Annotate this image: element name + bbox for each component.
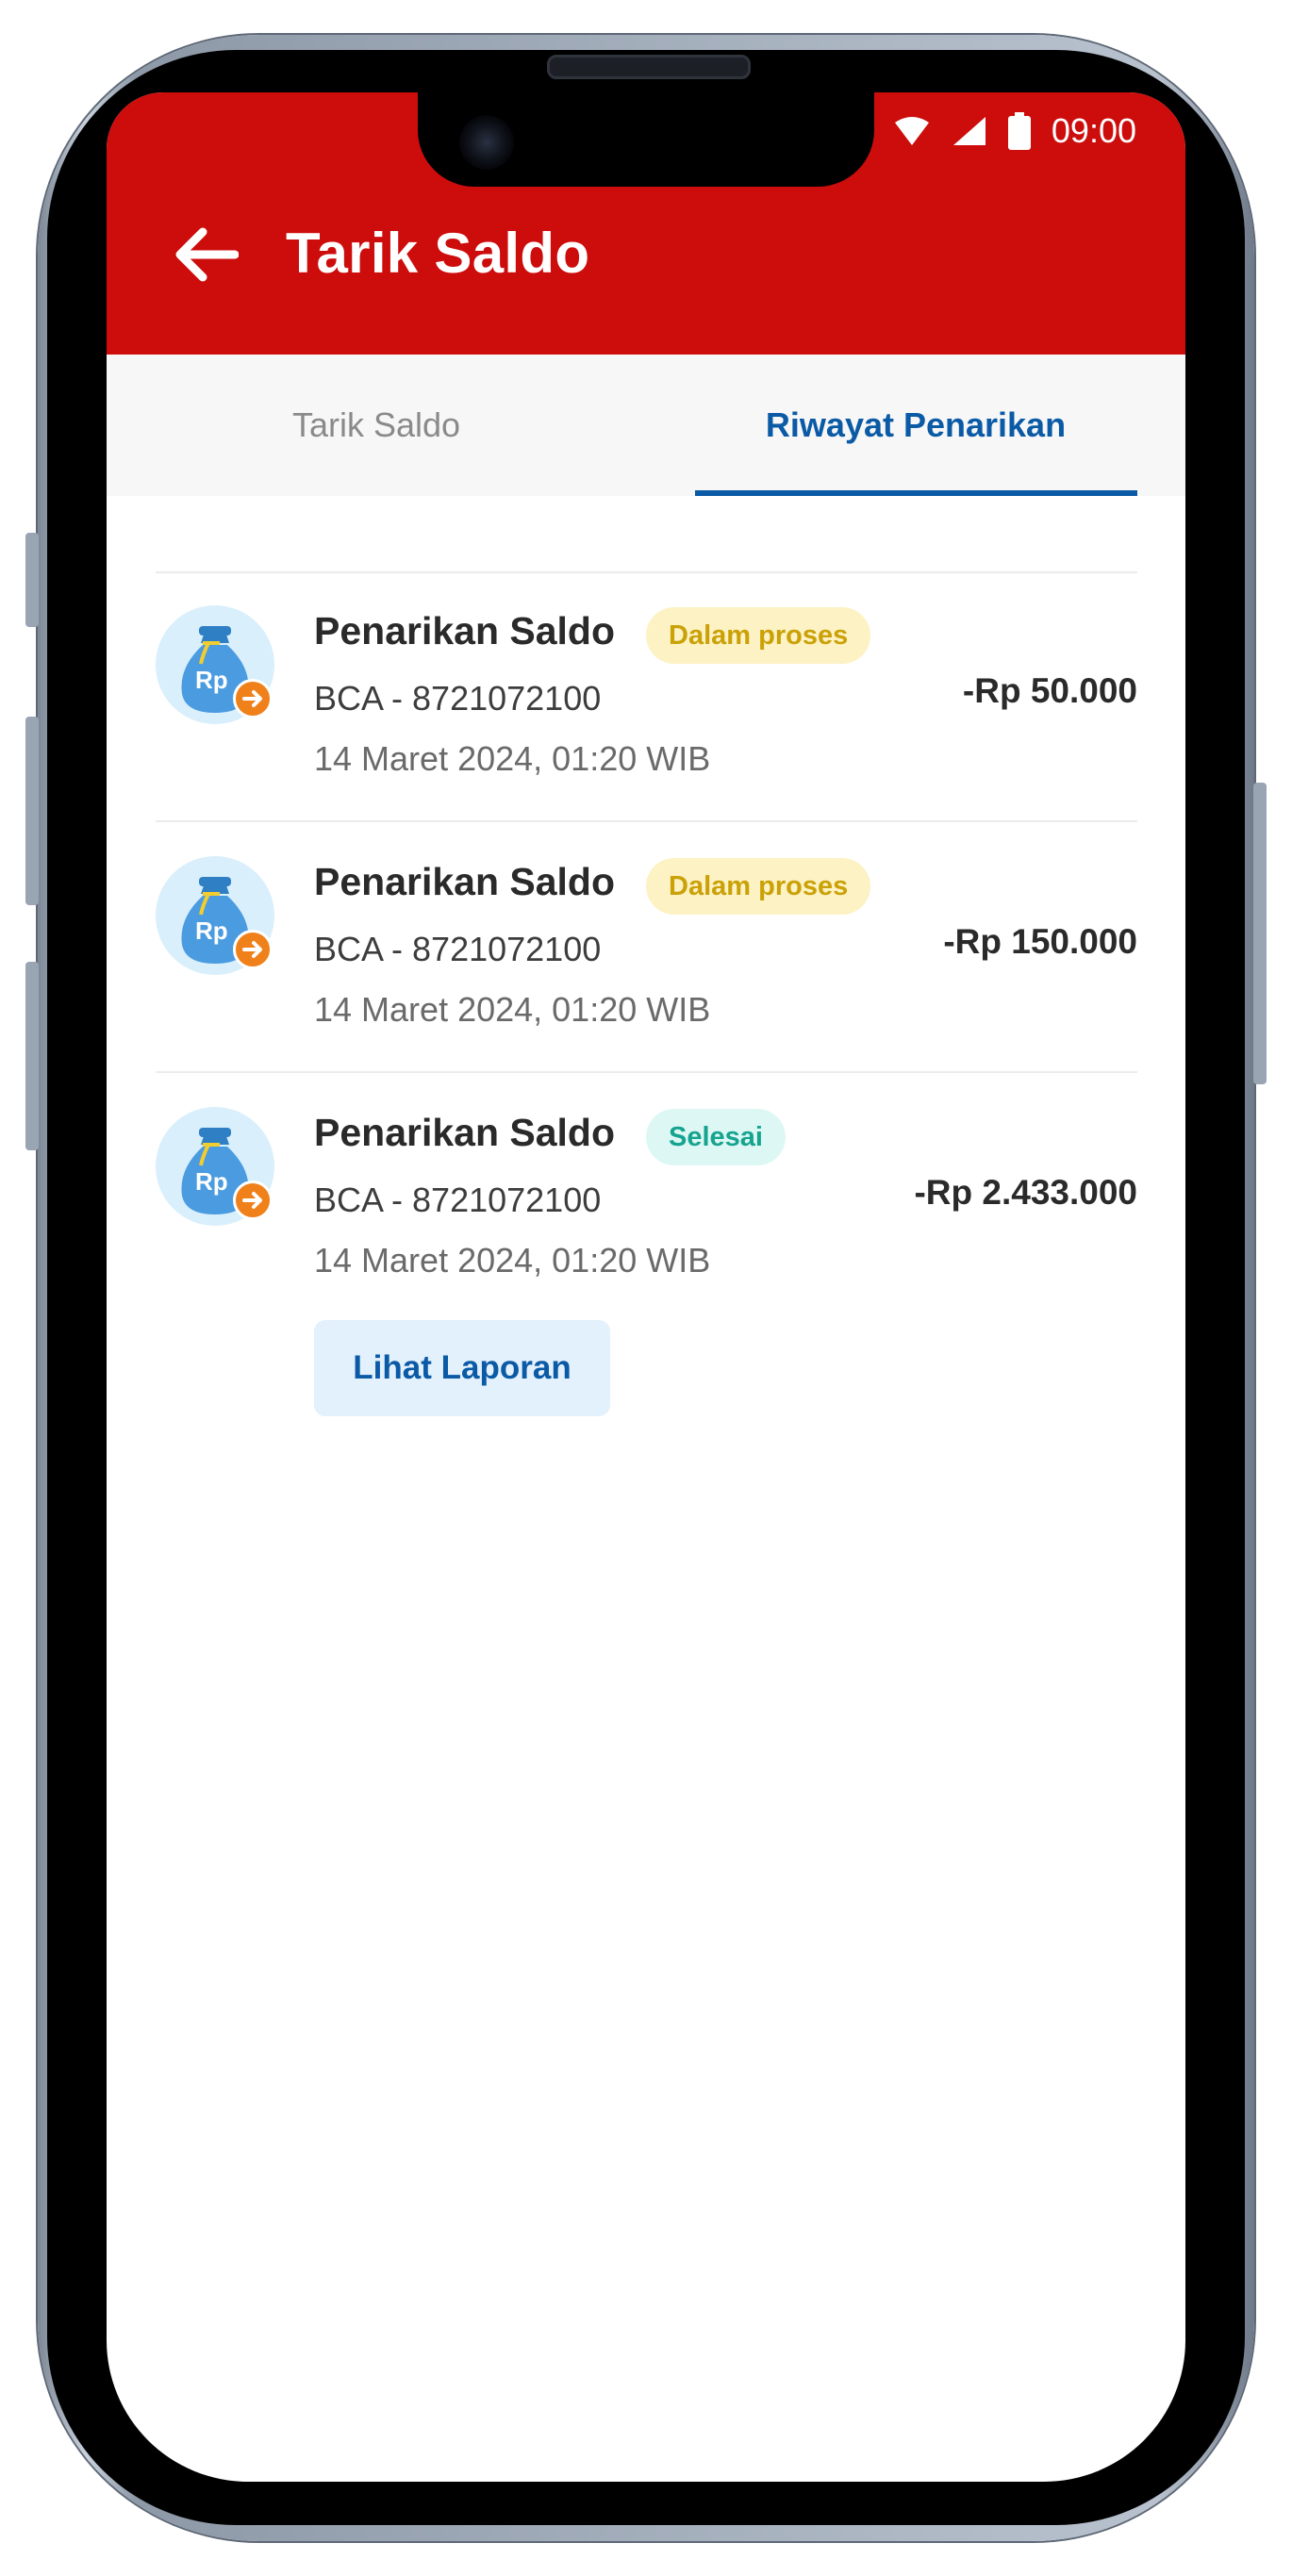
status-badge: Dalam proses	[646, 607, 871, 664]
transaction-date: 14 Maret 2024, 01:20 WIB	[314, 990, 711, 1029]
battery-icon	[1007, 112, 1031, 150]
speaker-grille	[547, 55, 751, 79]
power-button	[1253, 783, 1267, 1084]
tab-bar: Tarik Saldo Riwayat Penarikan	[107, 355, 1185, 496]
active-tab-indicator	[695, 490, 1137, 496]
transaction-date: 14 Maret 2024, 01:20 WIB	[314, 739, 711, 778]
transaction-title: Penarikan Saldo	[314, 609, 616, 652]
tab-tarik-saldo[interactable]: Tarik Saldo	[107, 355, 646, 496]
volume-up-button	[25, 717, 39, 905]
transaction-amount: -Rp 50.000	[962, 671, 1137, 710]
transaction-date: 14 Maret 2024, 01:20 WIB	[314, 1241, 711, 1280]
status-badge: Dalam proses	[646, 858, 871, 915]
outgoing-arrow-icon	[233, 679, 273, 718]
svg-text:Rp: Rp	[195, 1167, 228, 1196]
status-time: 09:00	[1051, 111, 1136, 150]
transaction-amount: -Rp 2.433.000	[914, 1173, 1137, 1212]
status-badge: Selesai	[646, 1109, 786, 1165]
svg-text:Rp: Rp	[195, 666, 228, 694]
mute-switch	[25, 533, 39, 627]
money-bag-avatar: Rp	[156, 856, 274, 975]
list-item[interactable]: Rp Penarikan Saldo Dalam proses BCA - 87…	[156, 822, 1137, 1071]
transaction-title: Penarikan Saldo	[314, 860, 616, 903]
status-bar: 09:00	[893, 111, 1136, 151]
view-report-button[interactable]: Lihat Laporan	[314, 1320, 610, 1416]
list-item[interactable]: Rp Penarikan Saldo Selesai BCA - 8721072…	[156, 1073, 1137, 1431]
outgoing-arrow-icon	[233, 930, 273, 969]
app-screen: 09:00 Tarik Saldo Tarik Saldo Riwayat Pe…	[107, 92, 1185, 2482]
bank-account: BCA - 8721072100	[314, 1181, 602, 1219]
volume-down-button	[25, 962, 39, 1150]
svg-text:Rp: Rp	[195, 916, 228, 945]
wifi-icon	[894, 117, 929, 145]
back-arrow-icon[interactable]	[173, 226, 239, 283]
list-item[interactable]: Rp Penarikan Saldo Dalam proses BCA - 87…	[156, 571, 1137, 820]
outgoing-arrow-icon	[233, 1181, 273, 1220]
bank-account: BCA - 8721072100	[314, 930, 602, 968]
front-camera	[459, 115, 514, 170]
bank-account: BCA - 8721072100	[314, 679, 602, 718]
signal-icon	[952, 117, 986, 145]
transaction-title: Penarikan Saldo	[314, 1111, 616, 1154]
page-title: Tarik Saldo	[286, 222, 590, 285]
device-notch	[418, 92, 874, 187]
tab-riwayat-penarikan[interactable]: Riwayat Penarikan	[646, 355, 1185, 496]
money-bag-avatar: Rp	[156, 605, 274, 724]
money-bag-avatar: Rp	[156, 1107, 274, 1226]
transaction-amount: -Rp 150.000	[943, 922, 1137, 961]
